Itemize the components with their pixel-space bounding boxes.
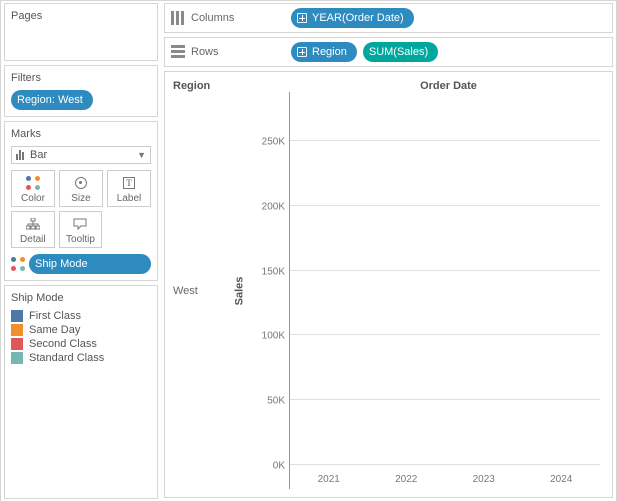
pages-title: Pages	[11, 10, 151, 22]
filters-title: Filters	[11, 72, 151, 84]
legend-item[interactable]: Same Day	[11, 324, 151, 336]
legend-item[interactable]: Standard Class	[11, 352, 151, 364]
columns-icon	[171, 11, 185, 25]
legend-swatch	[11, 352, 23, 364]
filters-shelf[interactable]: Filters Region: West	[4, 65, 158, 117]
marks-title: Marks	[11, 128, 151, 140]
mark-type-select[interactable]: Bar ▼	[11, 146, 151, 164]
marks-size-label: Size	[60, 193, 102, 204]
shelf-pill[interactable]: Region	[291, 42, 357, 62]
legend-card: Ship Mode First Class Same Day Second Clas…	[4, 285, 158, 499]
marks-tooltip-label: Tooltip	[60, 234, 102, 245]
viz-canvas: Region Order Date West Sales 0K 50K 100K 15…	[164, 71, 613, 498]
marks-detail-label: Detail	[12, 234, 54, 245]
legend-label: First Class	[29, 310, 81, 322]
pill-text: SUM(Sales)	[369, 44, 428, 60]
legend-label: Same Day	[29, 324, 80, 336]
y-tick-label: 200K	[262, 201, 285, 212]
gridline	[290, 140, 600, 141]
mark-type-label: Bar	[30, 149, 47, 161]
gridline	[290, 205, 600, 206]
rows-shelf[interactable]: Rows Region SUM(Sales)	[164, 37, 613, 67]
row-label-west: West	[165, 92, 229, 489]
columns-shelf[interactable]: Columns YEAR(Order Date)	[164, 3, 613, 33]
x-tick-label: 2021	[304, 474, 354, 485]
gridline	[290, 399, 600, 400]
chart-plot-area[interactable]: 2021 2022 2023 2024	[289, 92, 600, 489]
color-encoding-icon[interactable]	[11, 257, 25, 271]
x-tick-label: 2023	[459, 474, 509, 485]
pill-text: Region	[312, 44, 347, 60]
text-icon: T	[123, 177, 135, 189]
y-tick-label: 100K	[262, 331, 285, 342]
size-icon	[75, 177, 87, 189]
pill-text: YEAR(Order Date)	[312, 10, 404, 26]
legend-title: Ship Mode	[11, 292, 151, 304]
legend-swatch	[11, 338, 23, 350]
gridline	[290, 464, 600, 465]
y-tick-label: 50K	[267, 396, 285, 407]
legend-item[interactable]: First Class	[11, 310, 151, 322]
pages-shelf[interactable]: Pages	[4, 3, 158, 61]
marks-label-button[interactable]: T Label	[107, 170, 151, 207]
y-axis-title: Sales	[233, 276, 245, 305]
marks-detail-button[interactable]: Detail	[11, 211, 55, 248]
marks-pill-shipmode[interactable]: Ship Mode	[29, 254, 151, 274]
plus-icon	[297, 47, 307, 57]
shelf-pill[interactable]: YEAR(Order Date)	[291, 8, 414, 28]
bar-chart-icon	[16, 150, 24, 160]
legend-label: Standard Class	[29, 352, 104, 364]
gridline	[290, 270, 600, 271]
marks-color-label: Color	[12, 193, 54, 204]
marks-label-label: Label	[108, 193, 150, 204]
marks-size-button[interactable]: Size	[59, 170, 103, 207]
tooltip-icon	[60, 216, 102, 232]
legend-swatch	[11, 310, 23, 322]
header-order-date: Order Date	[285, 80, 612, 92]
rows-icon	[171, 45, 185, 59]
marks-color-button[interactable]: Color	[11, 170, 55, 207]
rows-label: Rows	[191, 46, 219, 58]
filter-pill-region[interactable]: Region: West	[11, 90, 93, 110]
legend-swatch	[11, 324, 23, 336]
legend-item[interactable]: Second Class	[11, 338, 151, 350]
plus-icon	[297, 13, 307, 23]
x-tick-label: 2022	[381, 474, 431, 485]
gridline	[290, 334, 600, 335]
marks-tooltip-button[interactable]: Tooltip	[59, 211, 103, 248]
header-region: Region	[165, 80, 285, 92]
detail-icon	[12, 216, 54, 232]
marks-card: Marks Bar ▼ Color Size T Label	[4, 121, 158, 281]
y-tick-label: 150K	[262, 266, 285, 277]
x-tick-label: 2024	[536, 474, 586, 485]
y-tick-label: 250K	[262, 136, 285, 147]
columns-label: Columns	[191, 12, 234, 24]
legend-label: Second Class	[29, 338, 97, 350]
caret-down-icon: ▼	[137, 150, 146, 160]
y-tick-label: 0K	[273, 461, 285, 472]
shelf-pill[interactable]: SUM(Sales)	[363, 42, 438, 62]
